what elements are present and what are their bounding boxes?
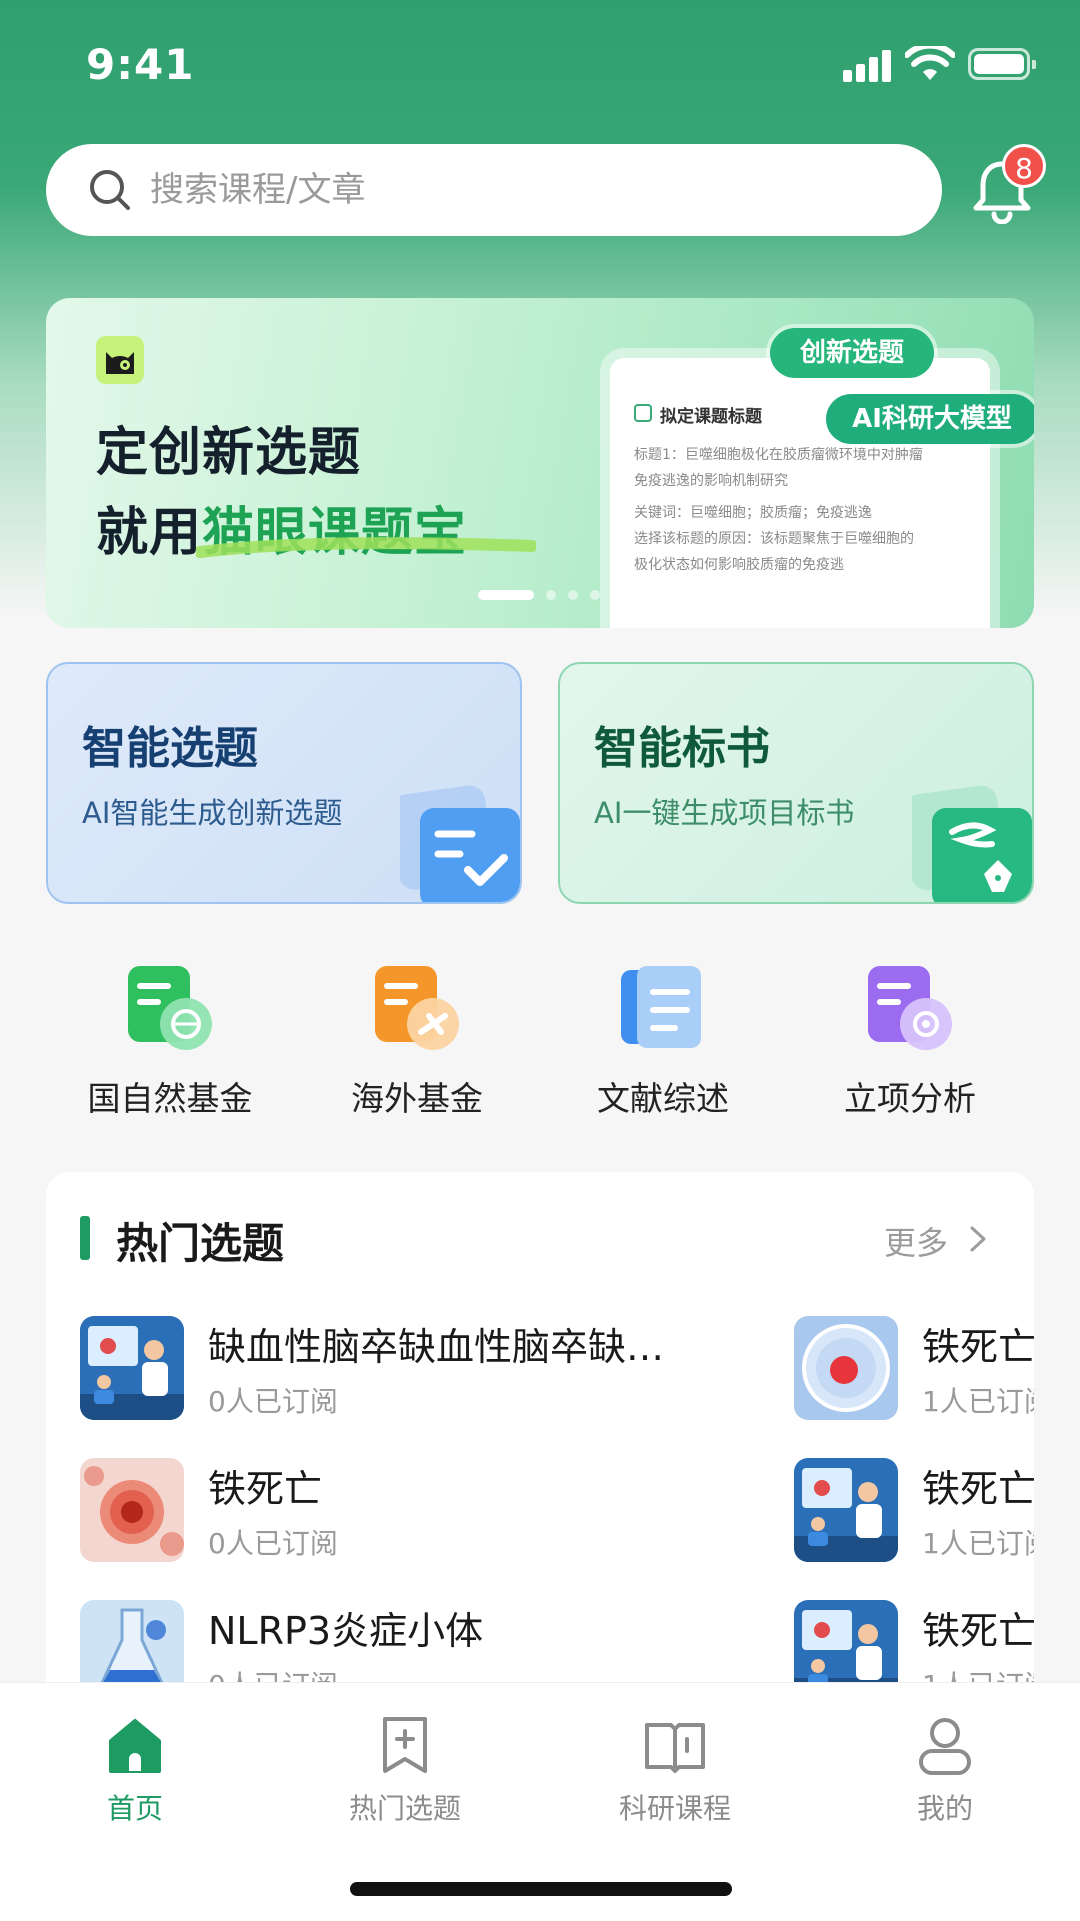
smart-bid-subtitle: AI一键生成项目标书 [594,796,855,830]
quick-entry-label: 国自然基金 [87,1079,253,1118]
hot-topic-name: 铁死亡 [208,1467,323,1511]
carousel-dot [568,590,578,600]
bookmark-plus-icon [383,1717,427,1773]
smart-bid-title: 智能标书 [594,723,770,774]
quick-entry-label: 立项分析 [844,1079,976,1118]
carousel-dot [590,590,600,600]
quick-entry-literature-review[interactable]: 文献综述 [553,960,773,1120]
petri-dish-thumb [794,1316,898,1420]
section-accent-bar [80,1216,90,1260]
hot-topics-panel: 热门选题 更多 缺血性脑卒缺血性脑卒缺… 0人已订阅 铁死亡 0人已订阅 NLR… [46,1172,1034,1732]
cell-thumb [80,1458,184,1562]
doctor-lab-thumb [794,1458,898,1562]
search-placeholder: 搜索课程/文章 [150,170,366,210]
smart-topic-card[interactable]: 智能选题 AI智能生成创新选题 [46,662,522,904]
hot-topic-item[interactable]: 铁死亡 1人已订阅 [794,1458,1034,1568]
more-link[interactable]: 更多 [884,1218,948,1264]
document-line: 极化状态如何影响胶质瘤的免疫逃 [634,557,844,573]
hot-topic-item[interactable]: 铁死亡 0人已订阅 [80,1458,600,1568]
tab-research-courses[interactable]: 科研课程 [575,1713,775,1827]
innovation-topic-pill: 创新选题 [770,328,934,378]
document-line: 选择该标题的原因：该标题聚焦于巨噬细胞的 [634,531,914,547]
home-icon [109,1719,161,1773]
quick-entry-label: 文献综述 [597,1079,729,1118]
hot-topic-item[interactable]: 缺血性脑卒缺血性脑卒缺… 0人已订阅 [80,1316,664,1426]
tab-profile[interactable]: 我的 [845,1713,1045,1827]
document-line: 标题1：巨噬细胞极化在胶质瘤微环境中对肿瘤 [634,447,923,463]
brush-underline [196,537,536,558]
hot-topic-name: 铁死亡 [922,1325,1034,1369]
tab-hot-topics[interactable]: 热门选题 [305,1713,505,1827]
search-icon [90,170,130,210]
tab-label: 我的 [916,1792,973,1825]
hot-topic-subscribers: 1人已订阅 [922,1385,1034,1418]
document-title: 拟定课题标题 [660,407,762,427]
status-bar: 9:41 [0,0,1080,130]
hot-topic-name: 铁死亡 [922,1609,1034,1653]
smart-topic-subtitle: AI智能生成创新选题 [82,796,343,830]
hot-topic-subscribers: 0人已订阅 [208,1385,338,1418]
hot-topic-name: NLRP3炎症小体 [208,1609,484,1653]
hot-topic-subscribers: 0人已订阅 [208,1527,338,1560]
list-doc-icon [621,966,701,1048]
battery-icon [968,48,1036,80]
wifi-icon [905,46,955,80]
quick-entry-nsfc[interactable]: 国自然基金 [60,960,280,1120]
smart-topic-title: 智能选题 [82,723,258,774]
tab-label: 热门选题 [348,1792,461,1825]
checklist-icon [400,785,520,902]
quick-entry-label: 海外基金 [351,1079,483,1118]
document-line: 免疫逃逸的影响机制研究 [634,473,788,489]
ai-model-pill: AI科研大模型 [826,394,1034,444]
globe-doc-icon [128,966,212,1050]
hot-topic-name: 铁死亡 [922,1467,1034,1511]
document-line: 关键词：巨噬细胞；胶质瘤；免疫逃逸 [634,505,872,521]
quick-entry-overseas-fund[interactable]: 海外基金 [307,960,527,1120]
doctor-lab-thumb [80,1316,184,1420]
plane-doc-icon [375,966,459,1050]
pen-nib-icon [912,785,1032,902]
carousel-dot [546,590,556,600]
tab-label: 科研课程 [618,1792,731,1825]
carousel-dot-active [478,590,534,600]
promo-banner[interactable]: 定创新选题 就用猫眼课题宝 拟定课题标题 标题1：巨噬细胞极化在胶质瘤微环境中对… [46,298,1034,628]
banner-headline-1: 定创新选题 [96,423,362,483]
cellular-signal-icon [843,50,893,82]
smart-bid-card[interactable]: 智能标书 AI一键生成项目标书 [558,662,1034,904]
user-icon [919,1718,971,1775]
tab-label: 首页 [106,1792,163,1825]
banner-headline-prefix: 就用 [96,503,203,563]
status-time: 9:41 [86,40,195,89]
cat-logo-icon [96,336,144,384]
hot-topic-name: 缺血性脑卒缺血性脑卒缺… [208,1325,665,1369]
tab-home[interactable]: 首页 [35,1713,235,1827]
hot-topic-subscribers: 1人已订阅 [922,1527,1034,1560]
open-book-icon [645,1723,705,1773]
home-indicator [350,1882,732,1896]
target-doc-icon [868,966,952,1050]
chevron-right-icon[interactable] [966,1224,990,1254]
notification-badge: 8 [1002,144,1046,188]
document-title-icon [634,404,652,422]
hot-topics-title: 热门选题 [116,1219,285,1268]
hot-topic-item[interactable]: 铁死亡 1人已订阅 [794,1316,1034,1426]
search-input[interactable]: 搜索课程/文章 [46,144,942,236]
quick-entry-project-analysis[interactable]: 立项分析 [800,960,1020,1120]
